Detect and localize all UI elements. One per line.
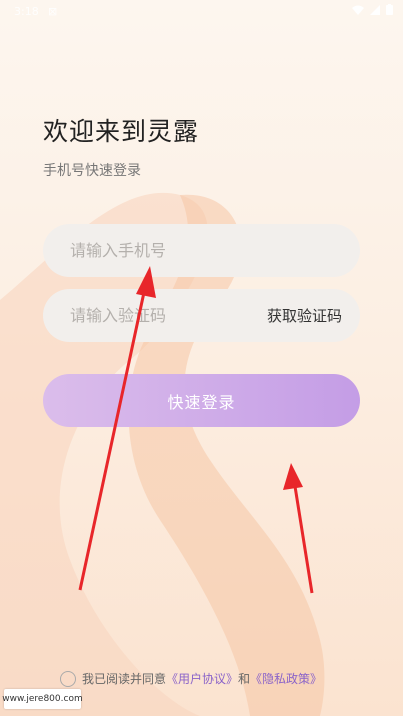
- quick-login-button[interactable]: 快速登录: [43, 374, 360, 427]
- page-title: 欢迎来到灵露: [43, 117, 200, 146]
- signal-icon: [370, 4, 380, 15]
- background-swirl: [0, 193, 325, 716]
- verification-code-input[interactable]: [68, 305, 262, 326]
- status-time: 3:18: [14, 5, 39, 18]
- notification-icon: ⊠: [48, 5, 58, 18]
- get-code-button[interactable]: 获取验证码: [267, 305, 342, 326]
- page-subtitle: 手机号快速登录: [43, 163, 141, 179]
- phone-input[interactable]: [68, 240, 262, 261]
- phone-input-container: [43, 224, 360, 277]
- agreement-and: 和: [238, 672, 251, 686]
- agree-checkbox[interactable]: [60, 670, 76, 687]
- status-bar: 3:18 ⊠: [0, 0, 403, 26]
- watermark: www.jere800.com: [2, 689, 83, 709]
- agreement-prefix: 我已阅读并同意: [82, 672, 167, 686]
- battery-icon: [386, 4, 393, 15]
- agreement-row: 我已阅读并同意 《用户协议》 和 《隐私政策》: [60, 670, 322, 687]
- wifi-icon: [352, 5, 364, 15]
- privacy-policy-link[interactable]: 《隐私政策》: [250, 670, 322, 687]
- code-input-container: 获取验证码: [43, 289, 360, 342]
- user-agreement-link[interactable]: 《用户协议》: [166, 670, 238, 687]
